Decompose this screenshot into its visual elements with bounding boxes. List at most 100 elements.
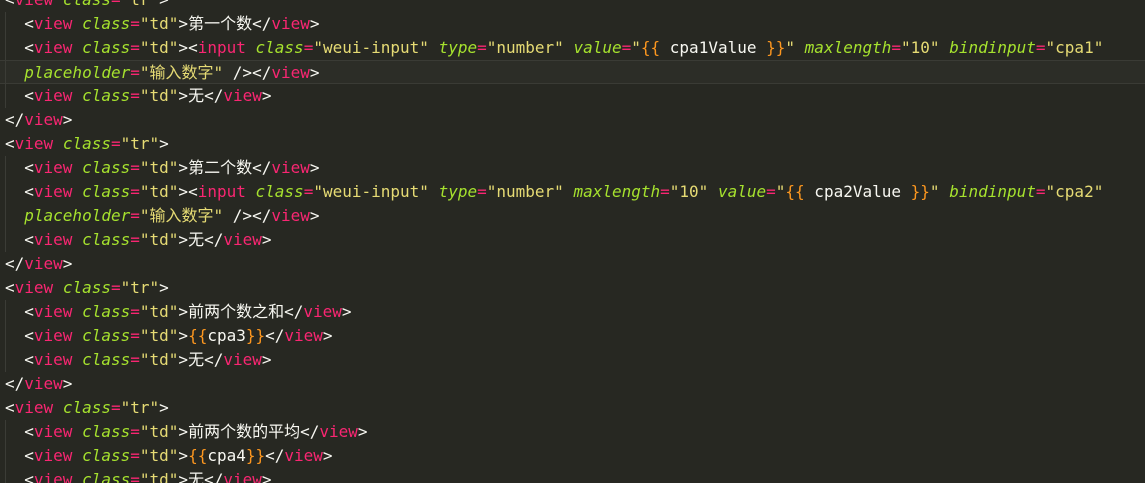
attribute-value: "td": [139, 14, 179, 33]
angle-bracket: >: [261, 230, 272, 249]
code-text: cpa2Value: [804, 182, 911, 201]
angle-bracket: <: [24, 326, 34, 345]
attribute-name: class: [62, 134, 111, 153]
angle-bracket: >: [261, 350, 272, 369]
code-line[interactable]: <view class="td">无</view>: [0, 228, 1145, 252]
angle-bracket: </: [265, 326, 285, 345]
code-line[interactable]: <view class="tr">: [0, 132, 1145, 156]
angle-bracket: <: [24, 422, 34, 441]
code-line[interactable]: <view class="td">第一个数</view>: [0, 12, 1145, 36]
code-line-current[interactable]: placeholder="输入数字" /></view>: [0, 60, 1145, 85]
code-editor[interactable]: <view class="tr"> <view class="td">第一个数<…: [0, 0, 1145, 483]
tag-name: view: [24, 374, 63, 393]
angle-bracket: <: [5, 0, 15, 9]
attribute-name: class: [62, 398, 111, 417]
angle-bracket: >: [178, 422, 189, 441]
angle-bracket: >: [178, 182, 189, 201]
tag-name: view: [33, 350, 73, 369]
code-text: /: [223, 206, 243, 225]
angle-bracket: <: [5, 134, 15, 153]
tag-name: view: [33, 446, 73, 465]
attribute-value: "number": [486, 182, 564, 201]
indent-guide: [5, 61, 6, 85]
attribute-value: "输入数字": [139, 63, 224, 82]
indent-guide: [5, 84, 6, 108]
tag-name: view: [14, 278, 54, 297]
mustache-brace: }}: [245, 326, 266, 345]
tag-name: view: [33, 302, 73, 321]
attribute-name: bindinput: [949, 182, 1036, 201]
code-line[interactable]: <view class="tr">: [0, 396, 1145, 420]
indent-guide: [5, 444, 6, 468]
attribute-name: type: [438, 38, 478, 57]
code-line[interactable]: <view class="td">无</view>: [0, 84, 1145, 108]
angle-bracket: >: [322, 446, 333, 465]
attribute-value: "cpa2": [1045, 182, 1104, 201]
mustache-brace: {{: [785, 182, 805, 201]
code-line[interactable]: <view class="tr">: [0, 0, 1145, 12]
attribute-name: class: [82, 446, 131, 465]
equals-sign: =: [111, 0, 121, 9]
equals-sign: =: [130, 14, 140, 33]
angle-bracket: </: [252, 158, 272, 177]
angle-bracket: </: [284, 302, 304, 321]
attribute-name: class: [82, 470, 131, 483]
attribute-name: type: [438, 182, 478, 201]
code-line[interactable]: <view class="td"><input class="weui-inpu…: [0, 36, 1145, 60]
angle-bracket: </: [204, 230, 224, 249]
attribute-name: value: [573, 38, 622, 57]
tag-name: view: [223, 230, 262, 249]
code-line[interactable]: </view>: [0, 252, 1145, 276]
code-line[interactable]: <view class="td">前两个数的平均</view>: [0, 420, 1145, 444]
code-line[interactable]: <view class="td">无</view>: [0, 468, 1145, 483]
attribute-name: class: [82, 302, 131, 321]
code-line[interactable]: </view>: [0, 372, 1145, 396]
angle-bracket: >: [159, 134, 169, 153]
equals-sign: =: [660, 182, 670, 201]
tag-name: view: [271, 14, 310, 33]
indent-guide: [5, 348, 6, 372]
attribute-value: "td": [139, 182, 179, 201]
equals-sign: =: [130, 182, 140, 201]
code-line[interactable]: placeholder="输入数字" /></view>: [0, 204, 1145, 228]
indent-guide: [5, 324, 6, 348]
code-text: 第二个数: [188, 158, 253, 177]
code-line[interactable]: </view>: [0, 108, 1145, 132]
code-line[interactable]: <view class="td">{{cpa3}}</view>: [0, 324, 1145, 348]
indent-guide: [5, 12, 6, 36]
tag-name: view: [223, 350, 262, 369]
code-line[interactable]: <view class="td">第二个数</view>: [0, 156, 1145, 180]
attribute-value: ": [929, 182, 940, 201]
angle-bracket: </: [252, 14, 272, 33]
angle-bracket: <: [5, 398, 15, 417]
code-line[interactable]: <view class="td"><input class="weui-inpu…: [0, 180, 1145, 204]
code-line[interactable]: <view class="tr">: [0, 276, 1145, 300]
tag-name: view: [33, 470, 73, 483]
tag-name: view: [271, 63, 310, 82]
code-lines[interactable]: <view class="tr"> <view class="td">第一个数<…: [0, 0, 1145, 483]
code-text: 无: [188, 86, 205, 105]
indent-guide: [5, 300, 6, 324]
angle-bracket: </: [5, 254, 25, 273]
code-line[interactable]: <view class="td">前两个数之和</view>: [0, 300, 1145, 324]
equals-sign: =: [110, 398, 121, 417]
code-line[interactable]: <view class="td">无</view>: [0, 348, 1145, 372]
code-line[interactable]: <view class="td">{{cpa4}}</view>: [0, 444, 1145, 468]
mustache-brace: }}: [910, 182, 930, 201]
indent-guide: [5, 420, 6, 444]
indent-guide: [5, 228, 6, 252]
